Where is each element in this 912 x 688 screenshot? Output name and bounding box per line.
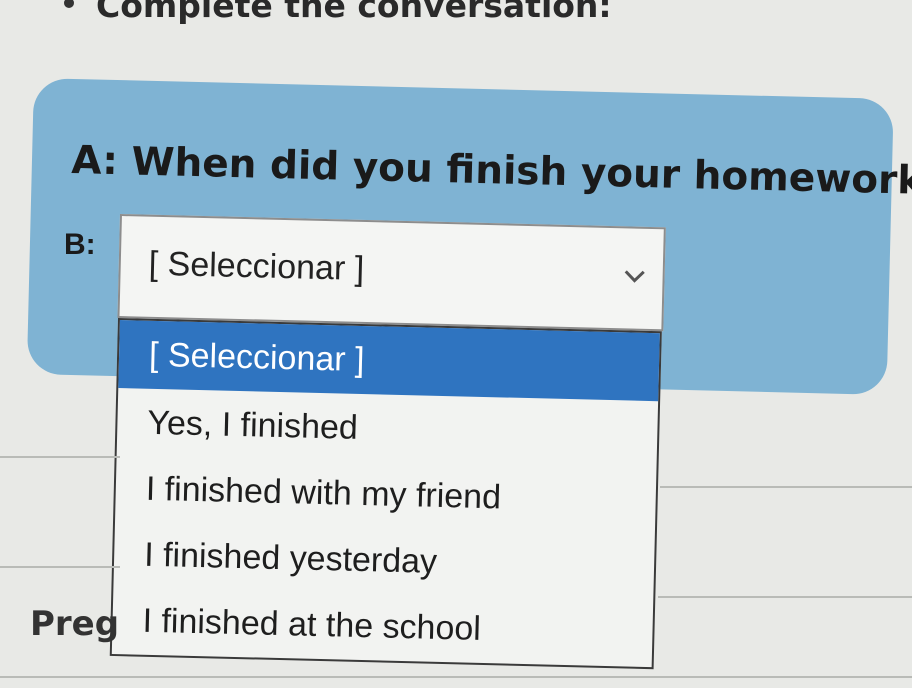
answer-select[interactable]: [ Seleccionar ] bbox=[117, 214, 666, 332]
bullet-icon bbox=[64, 0, 74, 8]
divider-line bbox=[0, 676, 912, 678]
divider-line bbox=[660, 486, 912, 488]
instruction-heading: Complete the conversation: bbox=[96, 0, 612, 25]
partial-heading: Preg bbox=[30, 604, 120, 644]
divider-line bbox=[0, 566, 120, 568]
select-current-value: [ Seleccionar ] bbox=[148, 244, 365, 288]
speaker-a-label: A: bbox=[70, 138, 119, 185]
select-dropdown-list: [ Seleccionar ] Yes, I finished I finish… bbox=[109, 318, 662, 670]
option-at-the-school[interactable]: I finished at the school bbox=[112, 586, 654, 667]
divider-line bbox=[658, 596, 912, 598]
speaker-b-label: B: bbox=[64, 228, 96, 261]
chevron-down-icon[interactable] bbox=[622, 268, 646, 285]
divider-line bbox=[0, 456, 120, 458]
